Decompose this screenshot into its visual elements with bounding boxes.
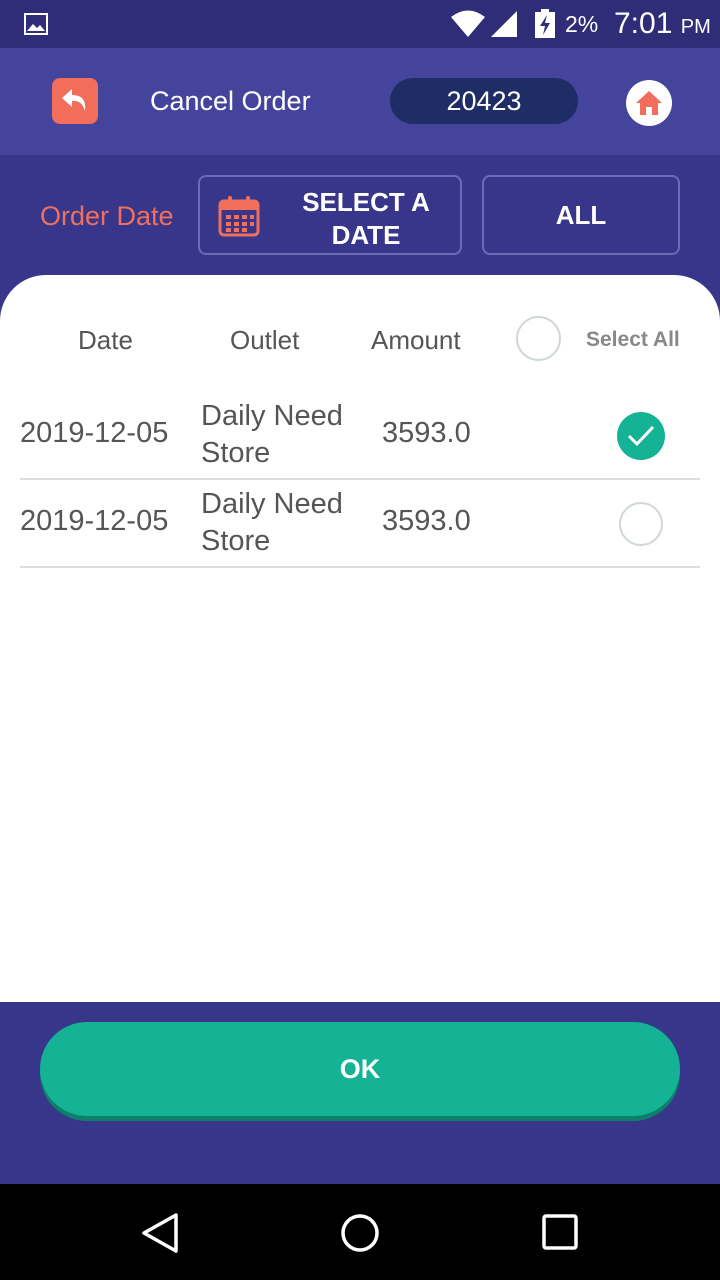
signal-icon <box>491 11 517 37</box>
order-date-label: Order Date <box>40 201 174 231</box>
status-bar: 2% 7:01 PM <box>0 0 720 48</box>
back-button[interactable] <box>52 78 98 124</box>
battery-percentage: 2% <box>565 11 599 37</box>
header: Cancel Order 20423 <box>0 48 720 155</box>
row-select-checkbox[interactable] <box>619 502 663 546</box>
undo-arrow-icon <box>62 89 86 111</box>
clock: 7:01 PM <box>614 7 711 40</box>
column-header-amount: Amount <box>371 325 461 355</box>
check-icon <box>627 425 655 447</box>
navigation-bar <box>0 1184 720 1280</box>
wifi-icon <box>451 10 485 37</box>
column-header-date: Date <box>78 325 133 355</box>
select-date-label: SELECT A DATE <box>302 187 430 250</box>
recents-icon[interactable] <box>542 1214 578 1250</box>
row-amount: 3593.0 <box>382 417 471 449</box>
home-button[interactable] <box>626 80 672 126</box>
select-date-button[interactable]: SELECT A DATE <box>198 175 462 255</box>
row-outlet: Daily Need Store <box>201 488 343 557</box>
row-outlet: Daily Need Store <box>201 400 343 469</box>
calendar-icon <box>218 196 260 237</box>
select-all-radio[interactable] <box>516 316 561 361</box>
row-select-checkbox[interactable] <box>617 412 665 460</box>
all-button[interactable]: ALL <box>482 175 680 255</box>
ok-button[interactable]: OK <box>40 1022 680 1116</box>
page-title: Cancel Order <box>150 86 311 116</box>
column-header-outlet: Outlet <box>230 325 300 355</box>
row-amount: 3593.0 <box>382 505 471 537</box>
row-date: 2019-12-05 <box>20 505 169 537</box>
home-icon <box>636 91 662 115</box>
table-row[interactable]: 2019-12-05 Daily Need Store 3593.0 <box>20 480 700 568</box>
row-date: 2019-12-05 <box>20 417 169 449</box>
table-row[interactable]: 2019-12-05 Daily Need Store 3593.0 <box>20 392 700 480</box>
battery-charging-icon <box>535 9 555 38</box>
image-icon <box>24 13 48 35</box>
home-nav-icon[interactable] <box>340 1213 380 1253</box>
select-all-label: Select All <box>586 328 680 351</box>
orders-card: Date Outlet Amount Select All 2019-12-05… <box>0 275 720 1002</box>
back-icon[interactable] <box>140 1212 180 1254</box>
order-number-badge: 20423 <box>390 78 578 124</box>
